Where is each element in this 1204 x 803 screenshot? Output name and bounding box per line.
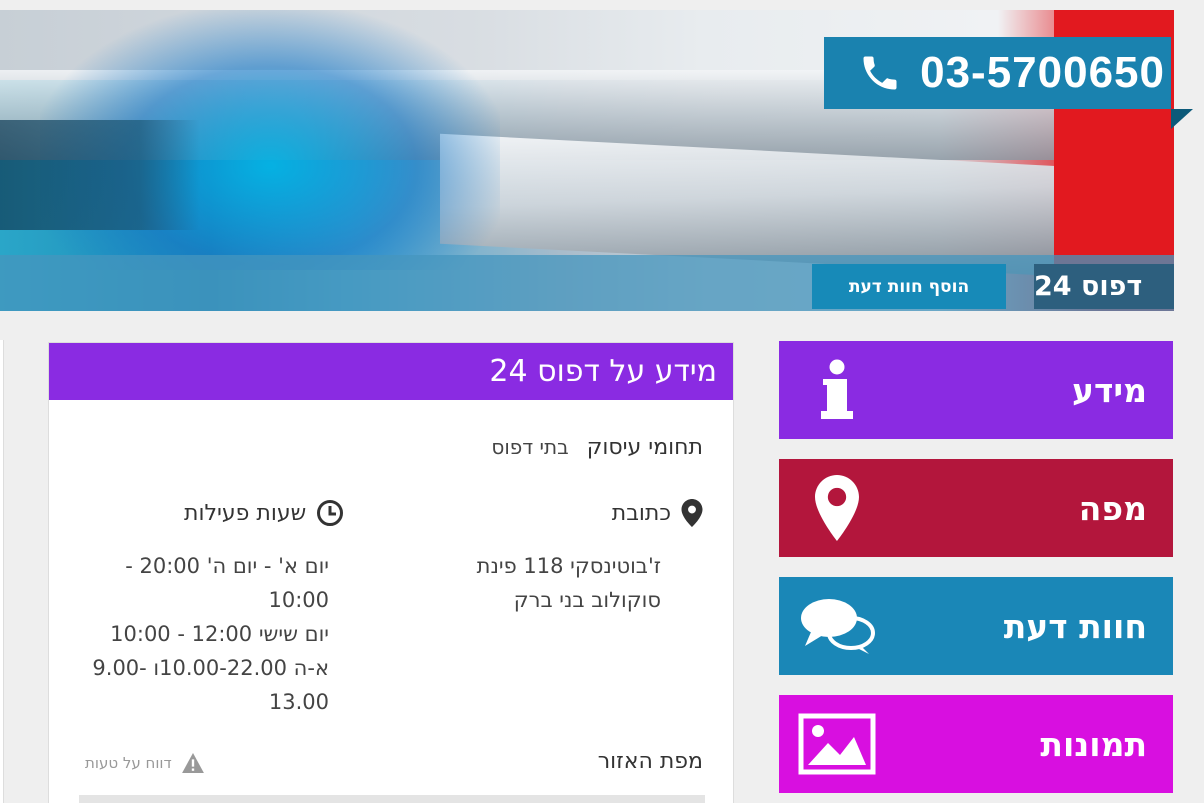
hours-list: יום א' - יום ה' 20:00 - 10:00 יום שישי 1… xyxy=(89,549,329,719)
business-name: דפוס 24 xyxy=(1034,264,1174,309)
address-line: סוקולוב בני ברק xyxy=(513,588,661,612)
area-map-title: מפת האזור xyxy=(597,749,703,774)
clock-icon xyxy=(317,500,344,526)
nav-tile-photos-label: תמונות xyxy=(1040,724,1147,764)
report-error-label[interactable]: דווח על טעות xyxy=(85,754,172,772)
left-column-edge xyxy=(0,340,4,803)
address-text: ז'בוטינסקי 118 פינת סוקולוב בני ברק xyxy=(441,549,661,617)
hours-line: יום א' - יום ה' 20:00 - xyxy=(125,554,329,578)
info-panel: מידע על דפוס 24 תחומי עיסוק בתי דפוס כתו… xyxy=(48,342,734,803)
info-icon xyxy=(797,350,877,430)
report-error-link[interactable]: דווח על טעות xyxy=(85,753,204,773)
business-fields-row: תחומי עיסוק בתי דפוס xyxy=(491,435,703,460)
hero-printer-heads xyxy=(0,120,200,230)
phone-button[interactable]: 03-5700650 xyxy=(824,37,1193,129)
add-review-button[interactable]: הוסף חוות דעת xyxy=(812,264,1006,309)
nav-tile-reviews[interactable]: חוות דעת xyxy=(779,577,1173,675)
hours-label: שעות פעילות xyxy=(184,500,307,526)
area-map[interactable] xyxy=(79,795,705,803)
speech-bubbles-icon xyxy=(797,586,877,666)
nav-tile-info-label: מידע xyxy=(1072,370,1147,410)
map-pin-icon xyxy=(797,468,877,548)
panel-title: מידע על דפוס 24 xyxy=(49,343,733,400)
nav-tile-photos[interactable]: תמונות xyxy=(779,695,1173,793)
hours-line: 10:00 xyxy=(268,588,329,612)
address-label: כתובת xyxy=(611,500,671,526)
nav-tile-reviews-label: חוות דעת xyxy=(1003,606,1147,646)
phone-icon xyxy=(863,56,897,90)
phone-number[interactable]: 03-5700650 xyxy=(920,48,1165,98)
business-fields-value[interactable]: בתי דפוס xyxy=(491,435,568,459)
image-icon xyxy=(797,704,877,784)
hours-line: א-ה 10.00-22.00ו -9.00 xyxy=(92,656,329,680)
business-fields-label: תחומי עיסוק xyxy=(586,435,703,460)
location-pin-icon xyxy=(681,499,703,527)
hours-line: 13.00 xyxy=(268,690,329,714)
nav-tile-info[interactable]: מידע xyxy=(779,341,1173,439)
nav-tile-map[interactable]: מפה xyxy=(779,459,1173,557)
warning-icon xyxy=(181,753,204,773)
hours-heading: שעות פעילות xyxy=(184,499,344,527)
nav-tile-map-label: מפה xyxy=(1078,488,1147,528)
hours-line: יום שישי 12:00 - 10:00 xyxy=(110,622,329,646)
address-heading: כתובת xyxy=(612,499,703,527)
address-line: ז'בוטינסקי 118 פינת xyxy=(476,554,661,578)
